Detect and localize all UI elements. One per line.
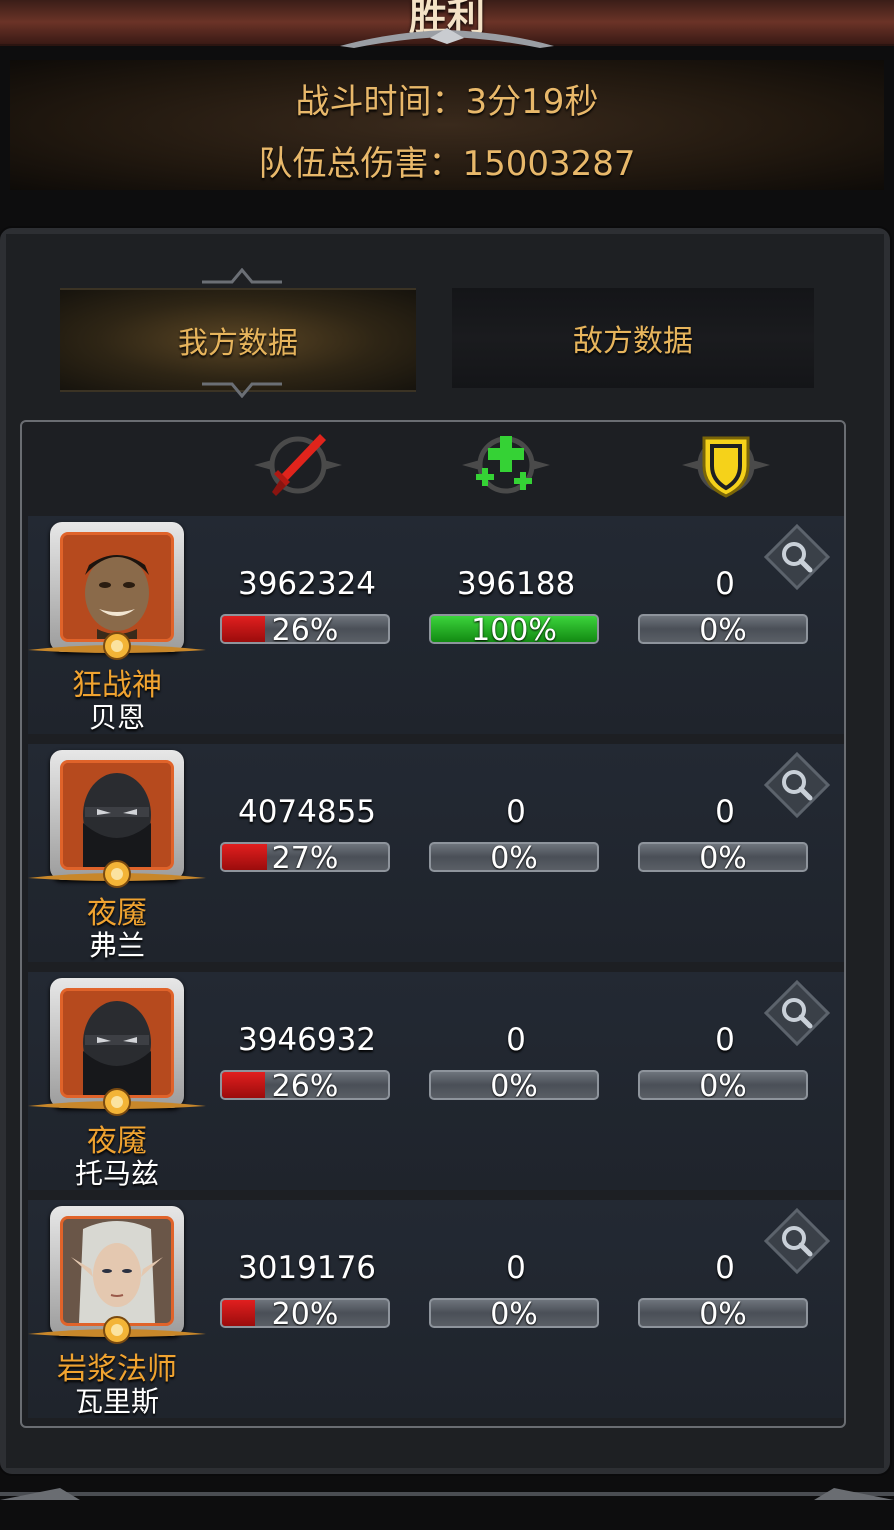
hero-name: 弗兰 bbox=[88, 929, 145, 962]
hero-row: 岩浆法师 瓦里斯 3019176 20% 0 0% 0 0% bbox=[28, 1200, 844, 1418]
rank-emblem-icon bbox=[28, 860, 206, 888]
battle-time: 战斗时间：3分19秒 bbox=[295, 82, 599, 122]
heal-bar: 0% bbox=[429, 1070, 599, 1100]
damage-bar: 26% bbox=[220, 614, 390, 644]
damage-bar: 20% bbox=[220, 1298, 390, 1328]
defense-bar: 0% bbox=[638, 1298, 808, 1328]
hero-row: 夜魇 托马兹 3946932 26% 0 0% 0 0% bbox=[28, 972, 844, 1190]
hero-row: 夜魇 弗兰 4074855 27% 0 0% 0 0% bbox=[28, 744, 844, 962]
heal-value: 0 bbox=[506, 1022, 526, 1058]
title-ornament-icon bbox=[340, 28, 554, 48]
damage-bar: 26% bbox=[220, 1070, 390, 1100]
heal-bar: 0% bbox=[429, 1298, 599, 1328]
rank-emblem-icon bbox=[28, 1088, 206, 1116]
rank-emblem-icon bbox=[28, 632, 206, 660]
damage-value: 3962324 bbox=[237, 566, 377, 602]
defense-bar: 0% bbox=[638, 1070, 808, 1100]
magnifier-icon[interactable] bbox=[764, 980, 830, 1046]
heal-percent: 0% bbox=[490, 1298, 538, 1328]
tab-enemy-data[interactable]: 敌方数据 bbox=[452, 288, 814, 388]
damage-percent: 26% bbox=[271, 1070, 339, 1100]
heal-bar: 100% bbox=[429, 614, 599, 644]
heal-percent: 0% bbox=[490, 842, 538, 872]
title-banner: 胜利 bbox=[0, 0, 894, 48]
sword-icon bbox=[254, 434, 342, 496]
defense-bar: 0% bbox=[638, 614, 808, 644]
elf-mage-portrait bbox=[63, 1219, 171, 1323]
heal-value: 396188 bbox=[456, 566, 576, 602]
defense-percent: 0% bbox=[699, 1070, 747, 1100]
tab-my-data[interactable]: 我方数据 bbox=[60, 288, 416, 392]
heal-value: 0 bbox=[506, 794, 526, 830]
defense-percent: 0% bbox=[699, 614, 747, 644]
damage-value: 3946932 bbox=[237, 1022, 377, 1058]
damage-percent: 20% bbox=[271, 1298, 339, 1328]
heal-percent: 0% bbox=[490, 1070, 538, 1100]
damage-percent: 27% bbox=[271, 842, 339, 872]
hero-name: 瓦里斯 bbox=[74, 1385, 159, 1418]
magnifier-icon[interactable] bbox=[764, 524, 830, 590]
magnifier-icon[interactable] bbox=[764, 752, 830, 818]
heal-cross-icon bbox=[462, 436, 550, 494]
hero-row: 狂战神 贝恩 3962324 26% 396188 100% 0 0% bbox=[28, 516, 844, 734]
defense-bar: 0% bbox=[638, 842, 808, 872]
tab-ornament-icon bbox=[202, 268, 282, 284]
shield-icon bbox=[682, 436, 770, 498]
damage-bar: 27% bbox=[220, 842, 390, 872]
battle-result-screen: 胜利 战斗时间：3分19秒 队伍总伤害：15003287 我方数据 敌方数据 狂… bbox=[0, 0, 894, 1530]
heal-bar: 0% bbox=[429, 842, 599, 872]
tab-ornament-icon bbox=[202, 382, 282, 398]
heal-value: 0 bbox=[506, 1250, 526, 1286]
masked-ninja-portrait bbox=[63, 763, 171, 867]
hero-name: 贝恩 bbox=[88, 701, 145, 734]
orc-warrior-portrait bbox=[63, 535, 171, 639]
rank-emblem-icon bbox=[28, 1316, 206, 1344]
damage-value: 4074855 bbox=[237, 794, 377, 830]
defense-percent: 0% bbox=[699, 842, 747, 872]
defense-percent: 0% bbox=[699, 1298, 747, 1328]
masked-ninja-portrait bbox=[63, 991, 171, 1095]
team-total-damage: 队伍总伤害：15003287 bbox=[258, 144, 636, 184]
hero-name: 托马兹 bbox=[74, 1157, 159, 1190]
stats-panel: 我方数据 敌方数据 狂战神 贝恩 3962324 26% 396188 100%… bbox=[0, 228, 890, 1474]
magnifier-icon[interactable] bbox=[764, 1208, 830, 1274]
damage-percent: 26% bbox=[271, 614, 339, 644]
heal-percent: 100% bbox=[471, 614, 557, 644]
bottom-ornament-icon bbox=[0, 1488, 894, 1500]
damage-value: 3019176 bbox=[237, 1250, 377, 1286]
